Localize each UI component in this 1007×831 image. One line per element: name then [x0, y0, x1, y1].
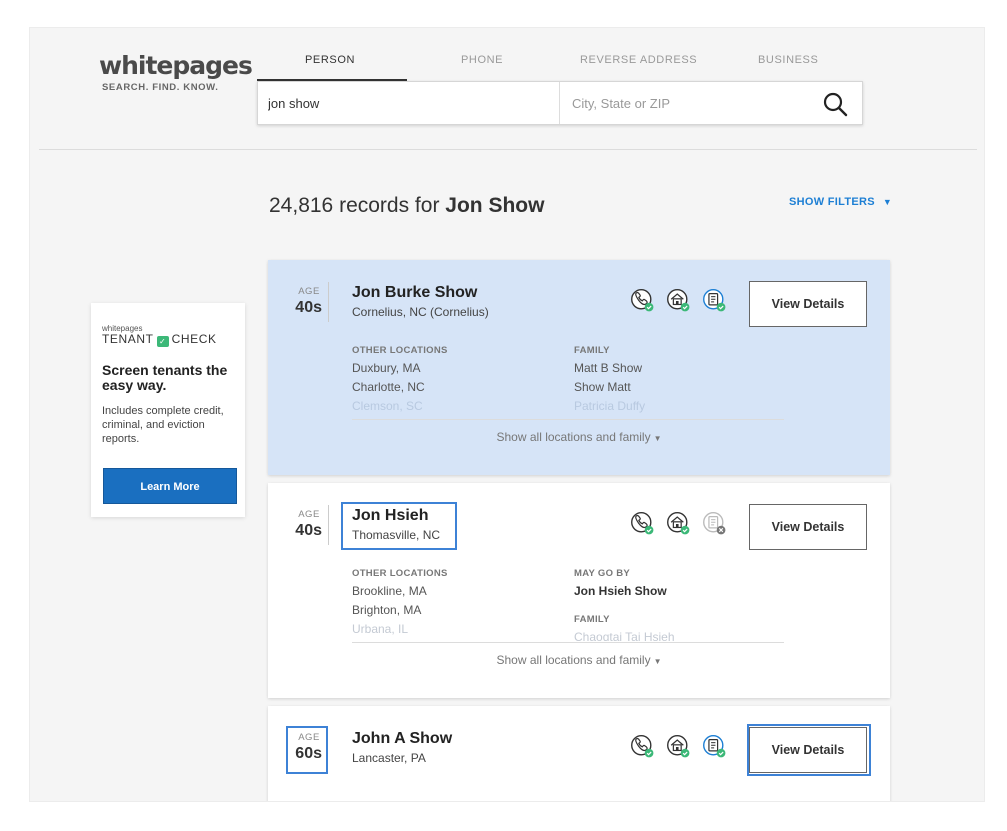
person-name[interactable]: John A Show — [352, 730, 452, 748]
ad-product-tenant: TENANT — [102, 332, 154, 346]
view-details-button[interactable]: View Details — [749, 727, 867, 773]
location-item: Brighton, MA — [352, 603, 422, 617]
result-card: AGE 40s Jon Hsieh Thomasville, NC View D… — [268, 483, 890, 698]
family-label: FAMILY — [574, 345, 610, 356]
location-item: Clemson, SC — [352, 399, 423, 413]
age-label: AGE — [298, 732, 320, 743]
show-all-locations-link[interactable]: Show all locations and family ▼ — [268, 653, 890, 667]
other-locations-label: OTHER LOCATIONS — [352, 568, 448, 579]
family-item: Patricia Duffy — [574, 399, 646, 413]
phone-verified-icon — [631, 735, 654, 758]
person-name[interactable]: Jon Hsieh — [352, 507, 428, 525]
location-item: Charlotte, NC — [352, 380, 425, 394]
age-value: 60s — [295, 745, 322, 762]
records-verified-icon — [703, 735, 726, 758]
results-heading: 24,816 records for Jon Show — [269, 194, 544, 218]
age-label: AGE — [298, 286, 320, 297]
person-name[interactable]: Jon Burke Show — [352, 284, 477, 302]
show-filters-label: SHOW FILTERS — [789, 196, 875, 208]
age-label: AGE — [298, 509, 320, 520]
tab-reverse-address[interactable]: REVERSE ADDRESS — [580, 54, 697, 66]
results-count: 24,816 — [269, 194, 334, 217]
divider — [352, 642, 784, 643]
records-verified-icon — [703, 289, 726, 312]
tenant-check-ad: whitepages TENANT ✓ CHECK Screen tenants t… — [91, 303, 245, 517]
view-details-button[interactable]: View Details — [749, 504, 867, 550]
show-filters-button[interactable]: SHOW FILTERS ▼ — [789, 196, 892, 208]
location-item: Brookline, MA — [352, 584, 427, 598]
person-location: Cornelius, NC (Cornelius) — [352, 305, 489, 319]
address-verified-icon — [667, 735, 690, 758]
logo-tagline: SEARCH. FIND. KNOW. — [102, 82, 219, 93]
result-card: AGE 60s John A Show Lancaster, PA View D… — [268, 706, 890, 801]
tab-business[interactable]: BUSINESS — [758, 54, 818, 66]
caret-down-icon: ▼ — [653, 434, 662, 443]
person-location: Thomasville, NC — [352, 528, 441, 542]
address-verified-icon — [667, 512, 690, 535]
person-location: Lancaster, PA — [352, 751, 426, 765]
tab-phone[interactable]: PHONE — [461, 54, 503, 66]
name-search-input[interactable] — [258, 82, 560, 124]
house-check-icon: ✓ — [156, 336, 169, 347]
search-bar — [257, 81, 863, 125]
learn-more-button[interactable]: Learn More — [103, 468, 237, 504]
alias-item: Jon Hsieh Show — [574, 584, 667, 598]
show-all-label: Show all locations and family — [496, 653, 651, 667]
location-search-input[interactable] — [560, 82, 800, 124]
page-frame: whitepages SEARCH. FIND. KNOW. PERSON PH… — [29, 27, 985, 802]
view-details-button[interactable]: View Details — [749, 281, 867, 327]
tab-person[interactable]: PERSON — [305, 54, 355, 66]
ad-product-check: CHECK — [171, 332, 217, 346]
phone-verified-icon — [631, 289, 654, 312]
caret-down-icon: ▼ — [653, 657, 662, 666]
ad-headline: Screen tenants the easy way. — [102, 362, 228, 393]
logo-wordmark: whitepages — [99, 51, 253, 80]
result-card: AGE 40s Jon Burke Show Cornelius, NC (Co… — [268, 260, 890, 475]
divider — [352, 419, 784, 420]
whitepages-logo[interactable]: whitepages SEARCH. FIND. KNOW. — [99, 51, 253, 93]
age-value: 40s — [295, 522, 322, 539]
header: whitepages SEARCH. FIND. KNOW. PERSON PH… — [39, 37, 977, 150]
search-icon[interactable] — [822, 91, 848, 117]
age-divider — [328, 282, 329, 322]
ad-body: Includes complete credit, criminal, and … — [102, 405, 224, 445]
family-item: Show Matt — [574, 380, 631, 394]
family-label: FAMILY — [574, 614, 610, 625]
location-item: Duxbury, MA — [352, 361, 421, 375]
family-item: Chaogtai Tai Hsieh — [574, 630, 675, 641]
ad-product-name: TENANT ✓ CHECK — [102, 332, 217, 347]
age-divider — [328, 505, 329, 545]
records-unavailable-icon — [703, 512, 726, 535]
results-text: records for — [339, 194, 440, 217]
other-locations-label: OTHER LOCATIONS — [352, 345, 448, 356]
phone-verified-icon — [631, 512, 654, 535]
show-all-locations-link[interactable]: Show all locations and family ▼ — [268, 430, 890, 444]
location-item: Urbana, IL — [352, 622, 409, 636]
show-all-label: Show all locations and family — [496, 430, 651, 444]
caret-down-icon: ▼ — [882, 197, 893, 207]
family-item: Matt B Show — [574, 361, 643, 375]
age-value: 40s — [295, 299, 322, 316]
may-go-by-label: MAY GO BY — [574, 568, 631, 579]
address-verified-icon — [667, 289, 690, 312]
results-query: Jon Show — [445, 194, 545, 217]
